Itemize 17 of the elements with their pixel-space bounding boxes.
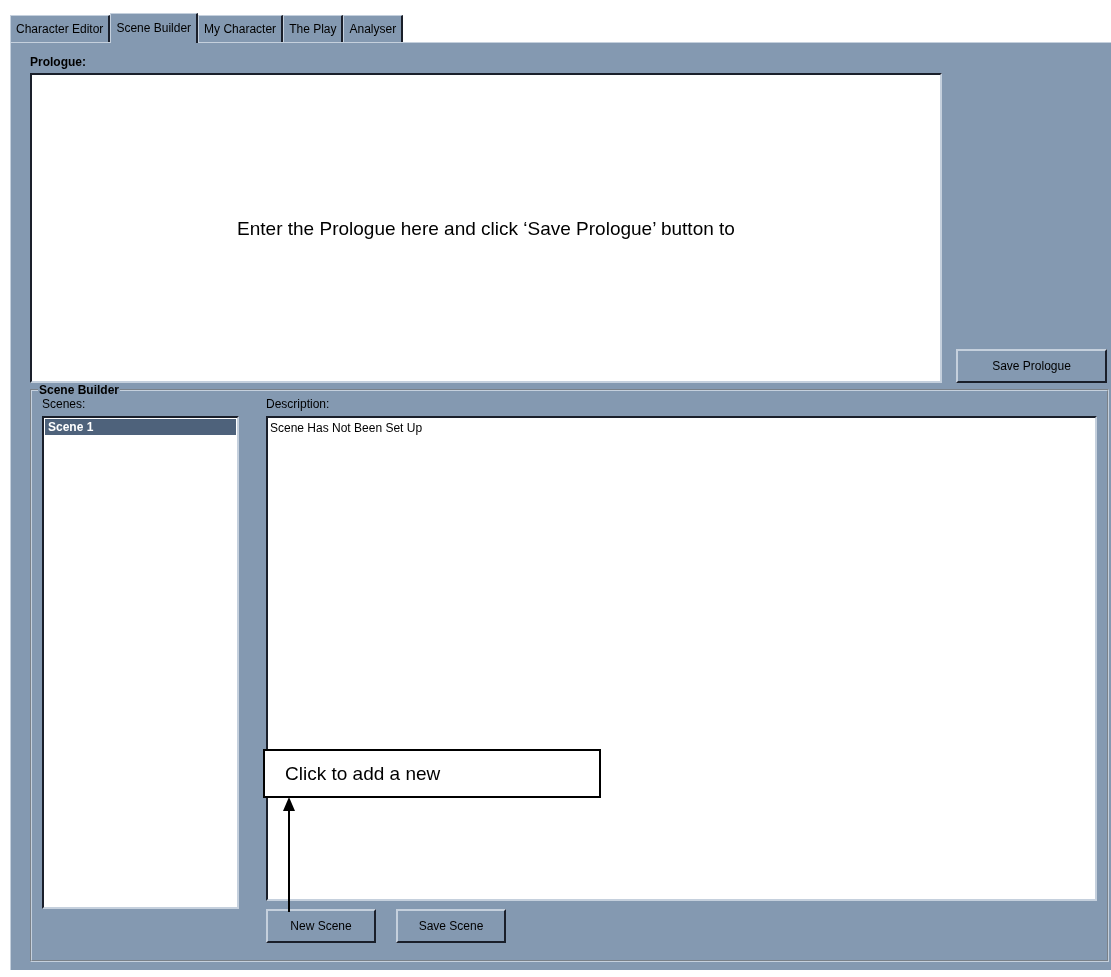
save-prologue-button[interactable]: Save Prologue bbox=[956, 349, 1107, 383]
description-label: Description: bbox=[266, 397, 330, 411]
callout-box: Click to add a new bbox=[263, 749, 601, 798]
tab[interactable]: The Play bbox=[283, 15, 344, 42]
tab[interactable]: Character Editor bbox=[10, 15, 111, 42]
scenes-list[interactable]: Scene 1 bbox=[42, 416, 239, 909]
tab[interactable]: My Character bbox=[198, 15, 284, 42]
prologue-label: Prologue: bbox=[30, 55, 86, 69]
tab[interactable]: Scene Builder bbox=[110, 13, 199, 43]
scenes-label: Scenes: bbox=[42, 397, 86, 411]
scene-item[interactable]: Scene 1 bbox=[45, 419, 236, 435]
annotation-text: Enter the Prologue here and click ‘Save Prologue’ button to bbox=[237, 218, 735, 240]
scene-button[interactable]: Save Scene bbox=[396, 909, 506, 943]
prologue-field[interactable]: Enter the Prologue here and click ‘Save Prologue’ button to bbox=[30, 73, 942, 383]
scene-button[interactable]: New Scene bbox=[266, 909, 376, 943]
tab[interactable]: Analyser bbox=[343, 15, 404, 42]
group-title: Scene Builder bbox=[38, 383, 121, 397]
